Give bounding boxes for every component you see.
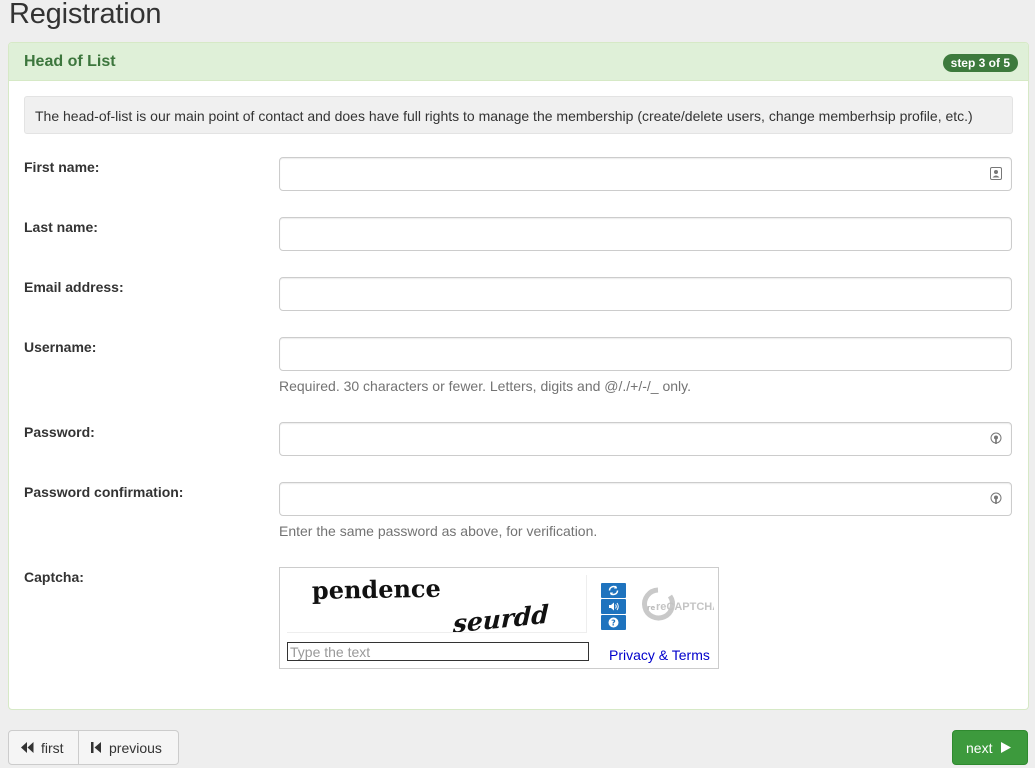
previous-button[interactable]: previous [79, 730, 179, 765]
registration-panel: Head of List step 3 of 5 The head-of-lis… [8, 42, 1029, 710]
previous-button-label: previous [109, 739, 162, 756]
play-right-icon [1001, 742, 1012, 753]
step-badge: step 3 of 5 [942, 54, 1018, 72]
captcha-help-button[interactable]: ? [601, 615, 626, 630]
captcha-input[interactable] [287, 642, 589, 661]
captcha-label: Captcha: [24, 569, 84, 585]
speaker-icon [609, 602, 619, 611]
contact-card-icon[interactable] [990, 167, 1002, 180]
double-left-arrow-icon [21, 742, 34, 753]
key-icon[interactable] [990, 432, 1002, 445]
captcha-word-2: seurdd [452, 599, 550, 633]
captcha-refresh-button[interactable] [601, 583, 626, 598]
info-box: The head-of-list is our main point of co… [24, 96, 1013, 134]
username-input[interactable] [279, 337, 1012, 371]
next-button-label: next [966, 739, 993, 756]
email-label: Email address: [24, 279, 124, 295]
privacy-terms-link[interactable]: Privacy & Terms [609, 647, 710, 663]
password-confirm-help: Enter the same password as above, for ve… [279, 523, 598, 539]
password-confirm-label: Password confirmation: [24, 484, 184, 500]
password-confirm-wrap [279, 482, 1012, 516]
last-name-input[interactable] [279, 217, 1012, 251]
next-button[interactable]: next [952, 730, 1028, 765]
recaptcha-logo-icon: re reCAPTCHA™ [642, 587, 714, 621]
password-confirm-input[interactable] [279, 482, 1012, 516]
first-name-wrap [279, 157, 1012, 191]
password-wrap [279, 422, 1012, 456]
first-name-input[interactable] [279, 157, 1012, 191]
key-icon[interactable] [990, 492, 1002, 505]
first-button[interactable]: first [8, 730, 79, 765]
username-label: Username: [24, 339, 97, 355]
recaptcha-logo-text: reCAPTCHA™ [656, 601, 714, 613]
nav-button-group: first previous [8, 730, 179, 765]
svg-text:re: re [647, 604, 655, 612]
username-help: Required. 30 characters or fewer. Letter… [279, 378, 691, 394]
refresh-icon [608, 585, 619, 596]
first-name-label: First name: [24, 159, 100, 175]
captcha-word-1: pendence [312, 575, 441, 605]
panel-heading: Head of List step 3 of 5 [9, 43, 1028, 81]
panel-title: Head of List [24, 53, 116, 70]
password-label: Password: [24, 424, 95, 440]
help-icon: ? [608, 617, 619, 628]
captcha-image: pendence seurdd [287, 575, 587, 633]
skip-back-icon [91, 742, 101, 753]
first-button-label: first [41, 739, 64, 756]
password-input[interactable] [279, 422, 1012, 456]
svg-text:?: ? [611, 619, 616, 628]
email-input[interactable] [279, 277, 1012, 311]
captcha-audio-button[interactable] [601, 599, 626, 614]
last-name-label: Last name: [24, 219, 98, 235]
captcha-widget: pendence seurdd ? [279, 567, 719, 669]
page-title: Registration [9, 0, 162, 30]
